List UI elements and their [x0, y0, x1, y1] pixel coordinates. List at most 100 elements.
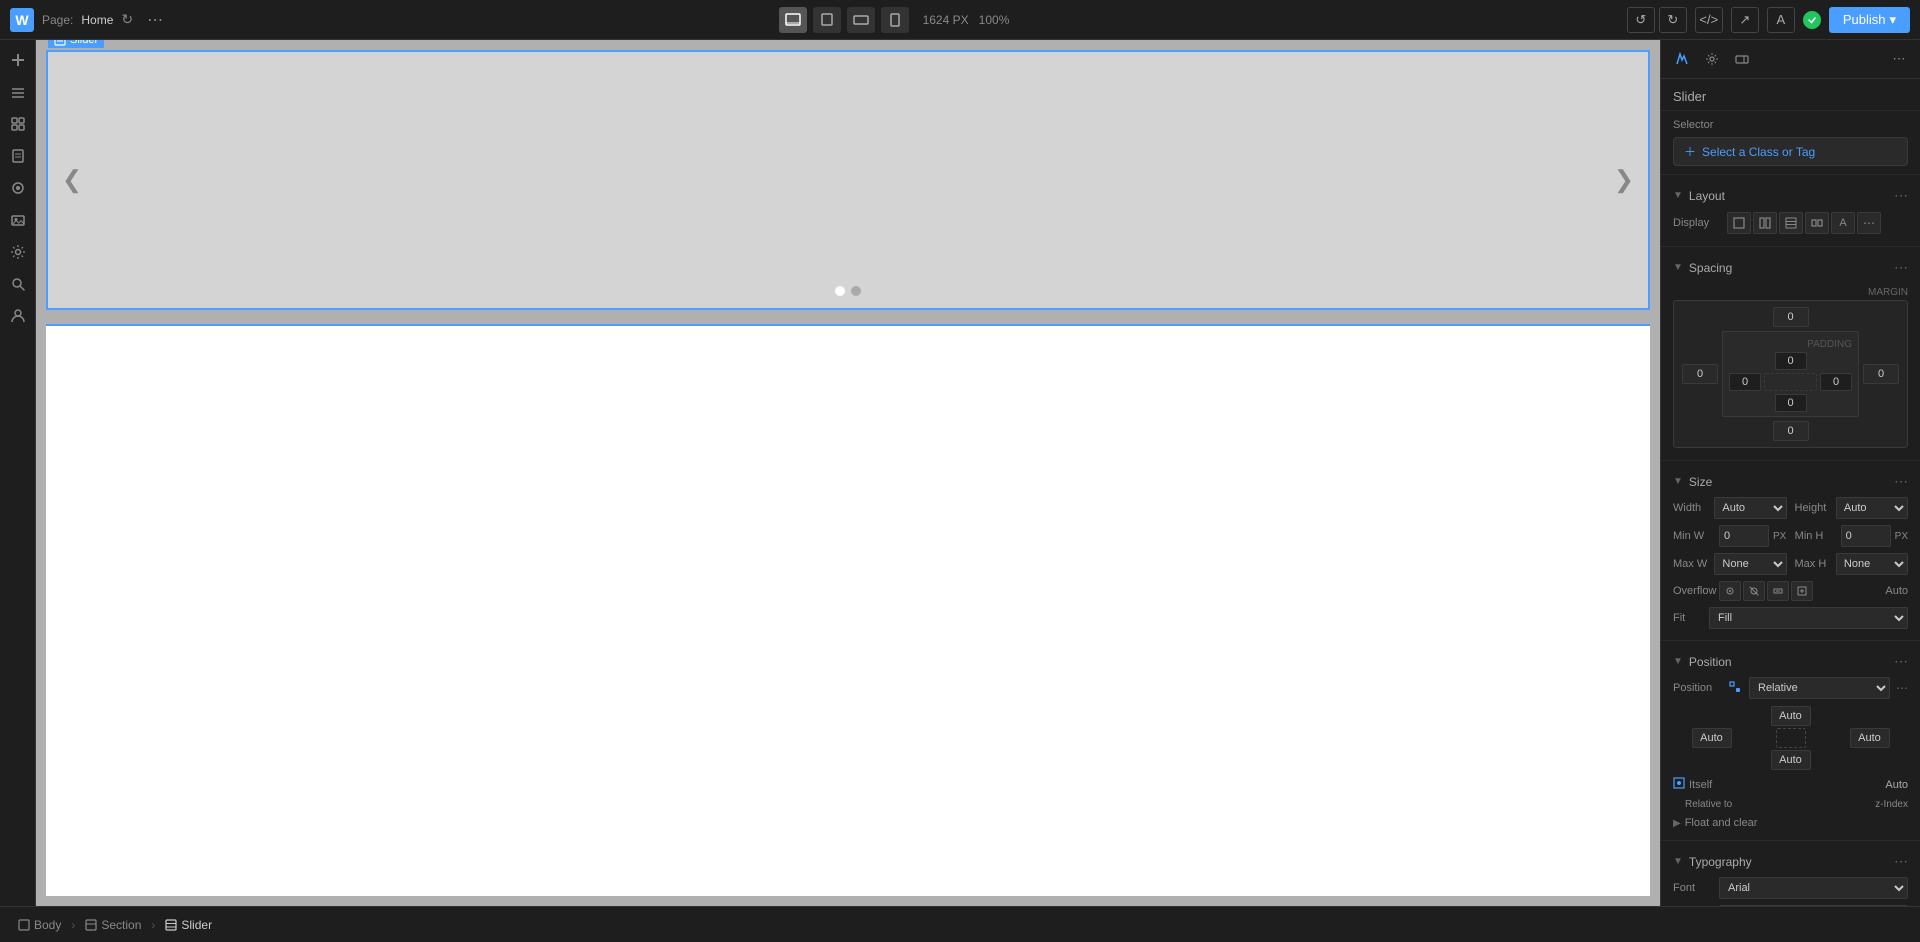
topbar-left: W Page: Home ↻ ⋯: [10, 8, 169, 32]
breadcrumb-slider[interactable]: Slider: [157, 914, 220, 936]
spacing-section-header[interactable]: ▼ Spacing ⋯: [1661, 255, 1920, 280]
users-btn[interactable]: [4, 302, 32, 330]
settings-tab-btn[interactable]: [1699, 46, 1725, 72]
spacing-label: Spacing: [1689, 261, 1732, 275]
margin-right-input[interactable]: [1863, 364, 1899, 384]
pos-bottom-input[interactable]: [1771, 750, 1811, 770]
spacing-section-title: ▼ Spacing: [1673, 261, 1732, 275]
display-more-btn[interactable]: ⋯: [1857, 212, 1881, 234]
size-section-title: ▼ Size: [1673, 475, 1712, 489]
layers-btn[interactable]: [4, 78, 32, 106]
settings-btn[interactable]: [4, 238, 32, 266]
size-width-row: Width AutoPX% Height AutoPX%: [1661, 494, 1920, 522]
selector-add-btn[interactable]: ＋ Select a Class or Tag: [1673, 137, 1908, 166]
page-name[interactable]: Home: [81, 13, 113, 27]
pages-btn[interactable]: [4, 142, 32, 170]
height-select[interactable]: AutoPX%: [1836, 497, 1908, 519]
selector-area: Selector ＋ Select a Class or Tag: [1661, 111, 1920, 175]
padding-left-input[interactable]: [1729, 373, 1761, 391]
overflow-scroll-btn[interactable]: [1767, 581, 1789, 601]
font-select[interactable]: ArialHelveticaTimes New Roman: [1719, 877, 1908, 899]
slider-dot-1[interactable]: [835, 286, 845, 296]
position-type-select[interactable]: RelativeAbsoluteFixedStickyStatic: [1749, 677, 1890, 699]
width-select[interactable]: AutoPX%: [1714, 497, 1786, 519]
float-clear-row[interactable]: ▶ Float and clear: [1661, 814, 1920, 832]
media-btn[interactable]: [4, 206, 32, 234]
pos-left-input[interactable]: [1692, 728, 1732, 748]
pos-top-input[interactable]: [1771, 706, 1811, 726]
display-grid-btn[interactable]: [1779, 212, 1803, 234]
undo-btn[interactable]: ↺: [1627, 7, 1655, 33]
typography-section-header[interactable]: ▼ Typography ⋯: [1661, 849, 1920, 874]
size-label: Size: [1689, 475, 1712, 489]
typography-label: Typography: [1689, 855, 1752, 869]
overflow-auto-btn[interactable]: [1791, 581, 1813, 601]
max-h-select[interactable]: NonePX%: [1836, 553, 1908, 575]
padding-top-input[interactable]: [1775, 352, 1807, 370]
layout-section: ▼ Layout ⋯ Display: [1661, 175, 1920, 247]
overflow-hidden-btn[interactable]: [1743, 581, 1765, 601]
min-w-input[interactable]: [1719, 525, 1769, 547]
breadcrumb-section-label: Section: [101, 918, 141, 932]
display-text-btn[interactable]: A: [1831, 212, 1855, 234]
layout-more-icon[interactable]: ⋯: [1894, 187, 1908, 204]
more-panel-btn[interactable]: ⋯: [1886, 46, 1912, 72]
search-btn[interactable]: [4, 270, 32, 298]
max-w-select[interactable]: NonePX%: [1714, 553, 1786, 575]
sync-icon[interactable]: ↻: [121, 11, 133, 28]
layout-section-title: ▼ Layout: [1673, 189, 1725, 203]
padding-bottom-input[interactable]: [1775, 394, 1807, 412]
position-section-header[interactable]: ▼ Position ⋯: [1661, 649, 1920, 674]
add-element-btn[interactable]: [4, 46, 32, 74]
white-section: [46, 324, 1650, 896]
margin-bottom-input[interactable]: [1773, 421, 1809, 441]
typography-section-title: ▼ Typography: [1673, 855, 1752, 869]
padding-right-input[interactable]: [1820, 373, 1852, 391]
styles-btn[interactable]: [4, 174, 32, 202]
margin-left-input[interactable]: [1682, 364, 1718, 384]
position-more-icon[interactable]: ⋯: [1894, 653, 1908, 670]
code-btn[interactable]: </>: [1695, 7, 1723, 33]
size-section-header[interactable]: ▼ Size ⋯: [1661, 469, 1920, 494]
spacing-section: ▼ Spacing ⋯ MARGIN: [1661, 247, 1920, 461]
slider-dot-2[interactable]: [851, 286, 861, 296]
slider-nav-right[interactable]: ❯: [1614, 166, 1634, 195]
display-flex-btn[interactable]: [1753, 212, 1777, 234]
view-tablet-v-btn[interactable]: [881, 7, 909, 33]
display-block-btn[interactable]: [1727, 212, 1751, 234]
view-desktop-full-btn[interactable]: [779, 7, 807, 33]
breadcrumb-body[interactable]: Body: [10, 914, 69, 936]
pos-right-input[interactable]: [1850, 728, 1890, 748]
spacing-more-icon[interactable]: ⋯: [1894, 259, 1908, 276]
style-tab-btn[interactable]: [1669, 46, 1695, 72]
redo-btn[interactable]: ↻: [1659, 7, 1687, 33]
logo[interactable]: W: [10, 8, 34, 32]
z-index-label: z-Index: [1875, 799, 1908, 810]
more-options-btn[interactable]: ⋯: [141, 8, 169, 32]
font-btn[interactable]: A: [1767, 7, 1795, 33]
responsive-tab-btn[interactable]: [1729, 46, 1755, 72]
position-expand-icon[interactable]: ⋯: [1896, 681, 1908, 695]
pos-label: Position: [1673, 682, 1723, 694]
publish-btn[interactable]: Publish ▾: [1829, 7, 1910, 33]
typography-more-icon[interactable]: ⋯: [1894, 853, 1908, 870]
slider-element[interactable]: Slider ❮ ❯: [46, 50, 1650, 310]
components-btn[interactable]: [4, 110, 32, 138]
pos-icon: [1729, 681, 1741, 696]
export-btn[interactable]: ↗: [1731, 7, 1759, 33]
left-sidebar: [0, 40, 36, 906]
display-inline-btn[interactable]: [1805, 212, 1829, 234]
panel-top-icons: ⋯: [1661, 40, 1920, 79]
view-desktop-btn[interactable]: [813, 7, 841, 33]
margin-top-input[interactable]: [1773, 307, 1809, 327]
size-more-icon[interactable]: ⋯: [1894, 473, 1908, 490]
fit-select[interactable]: FillContainCoverNone: [1709, 607, 1908, 629]
view-tablet-h-btn[interactable]: [847, 7, 875, 33]
slider-nav-left[interactable]: ❮: [62, 166, 82, 195]
dimension-display: 1624 PX 100%: [923, 13, 1010, 27]
breadcrumb-section[interactable]: Section: [77, 914, 149, 936]
overflow-visible-btn[interactable]: [1719, 581, 1741, 601]
status-dot: [1803, 11, 1821, 29]
layout-section-header[interactable]: ▼ Layout ⋯: [1661, 183, 1920, 208]
min-h-input[interactable]: [1841, 525, 1891, 547]
